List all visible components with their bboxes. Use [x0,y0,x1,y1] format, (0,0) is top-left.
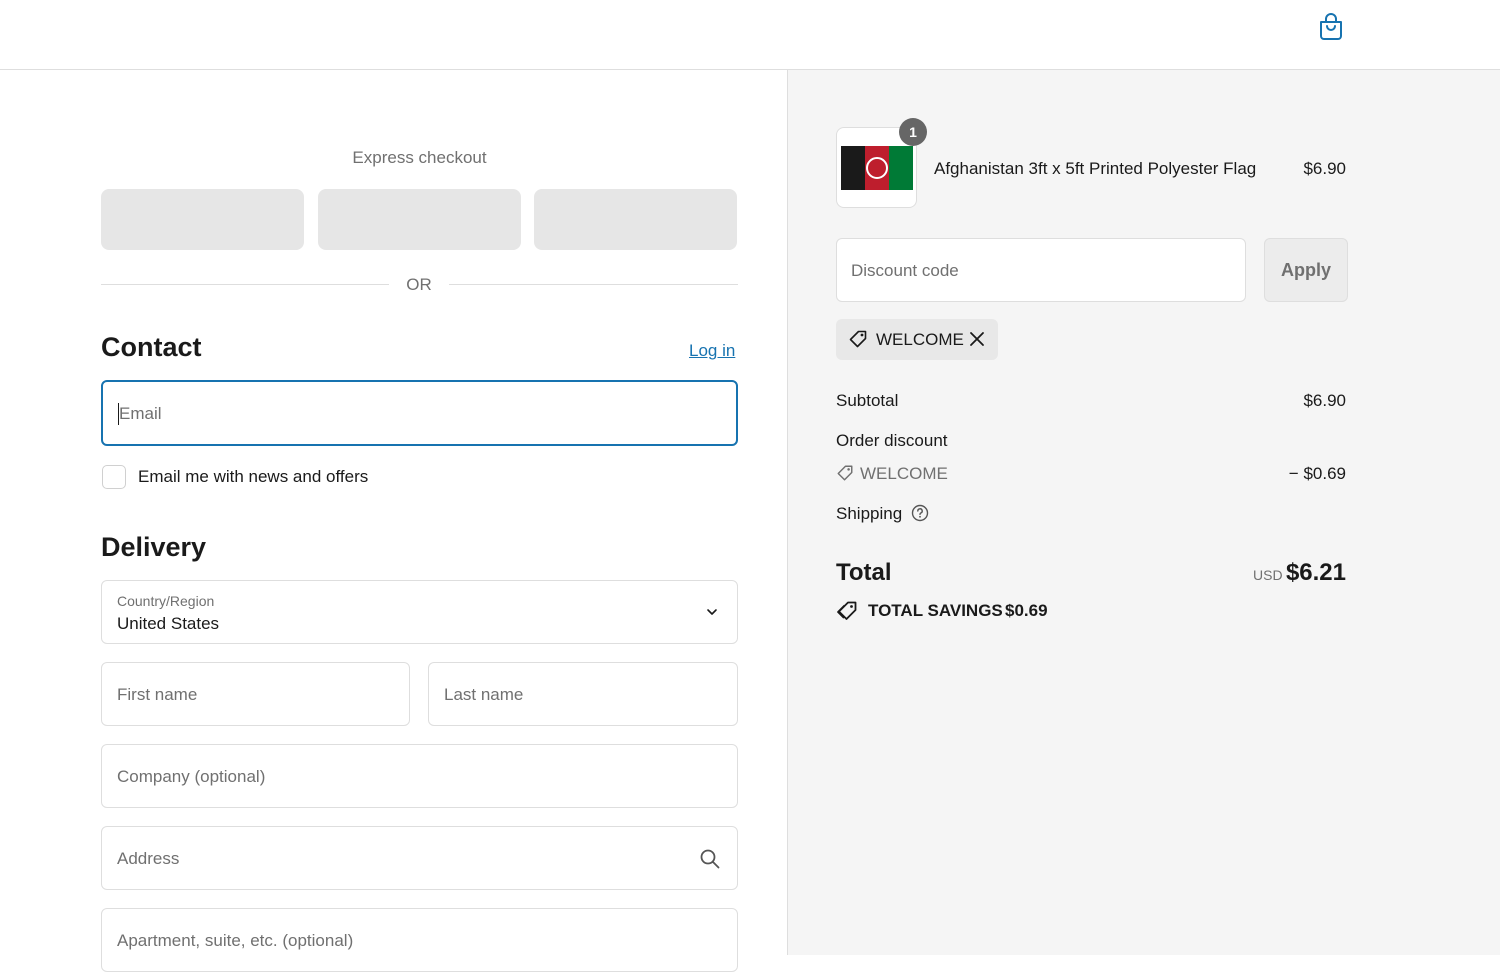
shipping-label: Shipping [836,504,903,523]
product-price: $6.90 [1303,159,1346,178]
delivery-title: Delivery [101,532,207,562]
total-savings-label: TOTAL SAVINGS [868,601,1003,620]
last-name-field[interactable]: Last name [428,662,738,726]
newsletter-label: Email me with news and offers [138,467,369,486]
or-separator: OR [406,275,432,294]
email-field[interactable]: Email [101,380,738,446]
search-icon [700,849,720,869]
shopping-bag-icon[interactable] [1316,12,1346,42]
last-name-placeholder: Last name [444,685,524,704]
company-placeholder: Company (optional) [117,767,266,786]
first-name-field[interactable]: First name [101,662,410,726]
checkout-form: Express checkout OR Contact Log in Email… [0,70,787,972]
newsletter-checkbox[interactable] [102,465,126,489]
divider-left [101,284,389,285]
contact-title: Contact [101,332,202,362]
company-field[interactable]: Company (optional) [101,744,738,808]
discount-value: − $0.69 [1288,464,1346,483]
order-discount-label: Order discount [836,431,948,450]
chevron-down-icon [707,609,717,615]
product-thumbnail: 1 [836,118,927,208]
log-in-link[interactable]: Log in [689,341,735,361]
total-savings-value: $0.69 [1005,601,1048,620]
express-pay-button-2[interactable] [318,189,521,250]
discount-code-placeholder: Discount code [851,261,959,280]
applied-code-label: WELCOME [876,330,964,349]
apartment-placeholder: Apartment, suite, etc. (optional) [117,931,354,950]
subtotal-value: $6.90 [1303,391,1346,410]
product-name: Afghanistan 3ft x 5ft Printed Polyester … [934,159,1257,178]
divider-right [449,284,738,285]
total-label: Total [836,559,892,586]
subtotal-label: Subtotal [836,391,899,410]
express-pay-button-1[interactable] [101,189,304,250]
apartment-field[interactable]: Apartment, suite, etc. (optional) [101,908,738,972]
header [0,0,1500,70]
country-label: Country/Region [117,593,215,609]
applied-discount-chip: WELCOME [836,319,998,360]
help-icon[interactable] [911,504,929,522]
country-select[interactable]: Country/Region United States [101,580,738,644]
address-placeholder: Address [117,849,180,868]
total-value: $6.21 [1285,559,1346,586]
order-summary: 1 Afghanistan 3ft x 5ft Printed Polyeste… [787,70,1500,955]
express-checkout-title: Express checkout [352,148,487,167]
tag-icon [849,330,867,348]
country-value: United States [117,614,220,633]
express-pay-button-3[interactable] [534,189,737,250]
total-currency: USD [1253,567,1283,583]
savings-tag-icon [837,601,857,620]
close-icon[interactable] [968,330,986,348]
first-name-placeholder: First name [117,685,198,704]
quantity-badge: 1 [899,118,927,146]
discount-code-name: WELCOME [860,464,948,483]
discount-tag-icon [837,465,853,481]
email-placeholder: Email [119,404,162,423]
apply-button[interactable]: Apply [1264,238,1348,302]
flag-image [841,146,913,190]
address-field[interactable]: Address [101,826,738,890]
discount-code-field[interactable]: Discount code [836,238,1246,302]
